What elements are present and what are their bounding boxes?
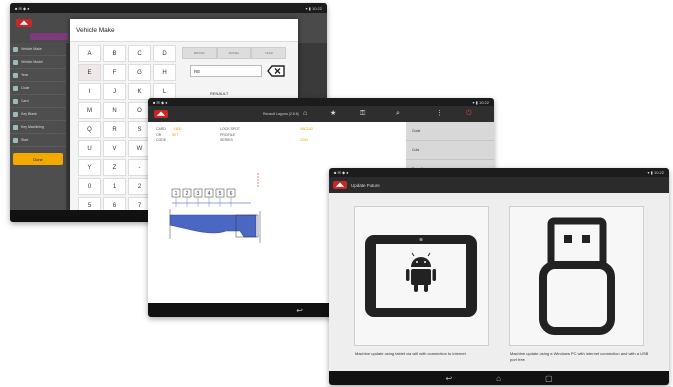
cut-box: 1 — [171, 188, 181, 207]
key-icon — [13, 124, 18, 130]
option-pc-usb[interactable] — [509, 206, 644, 346]
brand-logo: ◢◣ — [16, 19, 32, 27]
tab-year[interactable]: YEAR — [251, 47, 287, 59]
home-nav-icon[interactable]: ⌂ — [496, 374, 501, 383]
sidebar-item-year[interactable]: Year — [10, 69, 66, 82]
brand-logo: ◢◣ — [154, 110, 168, 118]
sidebar: Vehicle Make Vehicle Model Year Code Car… — [10, 43, 66, 210]
keypad-key[interactable]: Y — [78, 159, 101, 176]
power-icon[interactable]: ⏻ — [466, 110, 472, 118]
caption-pc-usb: Machine update using a Windows PC with i… — [510, 351, 649, 362]
cut-label: 2 — [186, 191, 189, 197]
option-tablet-wifi[interactable] — [354, 206, 489, 346]
keypad-key[interactable]: V — [103, 140, 126, 157]
sidebar-item-card[interactable]: Card — [10, 95, 66, 108]
keypad-key[interactable]: E — [78, 64, 101, 81]
android-tablet-icon — [365, 235, 477, 317]
more-icon[interactable]: ⋮ — [436, 110, 443, 118]
tab-model[interactable]: MODEL — [216, 47, 252, 59]
sidebar-item-code[interactable]: Code — [10, 82, 66, 95]
cut-label: 6 — [230, 191, 233, 197]
panel-item-cuts[interactable]: Cuts — [406, 141, 494, 160]
cut-label: 3 — [197, 191, 200, 197]
backspace-icon[interactable] — [267, 65, 285, 77]
keypad-key[interactable]: M — [78, 102, 101, 119]
status-bar: ■ ✉ ◆ ● ▾ ▮ 10:22 — [148, 98, 494, 106]
title-bar: ◢◣ Update Future — [329, 177, 669, 193]
cut-label: 4 — [208, 191, 211, 197]
key-info-mid: LOCK SPOT PROFILE SERIES — [220, 127, 241, 142]
keypad-key[interactable]: F — [103, 64, 126, 81]
recents-icon[interactable]: ▢ — [545, 374, 553, 383]
brand-logo: ◢◣ — [333, 181, 347, 189]
car-icon — [13, 59, 18, 65]
keypad-key[interactable]: 1 — [103, 178, 126, 195]
cut-boxes: 1 2 3 4 5 6 — [171, 188, 236, 207]
cut-box: 3 — [193, 188, 203, 207]
make-result-item[interactable]: RENAULT — [210, 91, 228, 96]
cut-box: 5 — [215, 188, 225, 207]
sidebar-item-machining[interactable]: Key Machining — [10, 121, 66, 134]
caption-tablet-wifi: Machine update using tablet via wifi wit… — [355, 351, 466, 356]
card-icon — [13, 98, 18, 104]
page-title: Update Future — [351, 182, 380, 188]
keypad-key[interactable]: A — [78, 45, 101, 62]
toolbar-title: Renault Laguna (2.8.6) — [263, 112, 299, 116]
back-icon[interactable]: ↩ — [296, 306, 303, 315]
play-icon — [13, 137, 18, 143]
keypad-key[interactable]: B — [103, 45, 126, 62]
dialog-title: Vehicle Make — [70, 19, 298, 42]
keypad-key[interactable]: R — [103, 121, 126, 138]
keypad-key[interactable]: 0 — [78, 178, 101, 195]
key-info-values: VAC102 1234 — [300, 127, 313, 142]
keypad-key[interactable]: D — [153, 45, 176, 62]
sidebar-item-model[interactable]: Vehicle Model — [10, 56, 66, 69]
cut-box: 2 — [182, 188, 192, 207]
keypad-key[interactable]: H — [153, 64, 176, 81]
cut-box: 4 — [204, 188, 214, 207]
star-icon[interactable]: ★ — [330, 110, 336, 118]
cut-label: 5 — [219, 191, 222, 197]
status-bar: ■ ✉ ◆ ● ▾ ▮ 10:22 — [329, 168, 669, 177]
make-input[interactable]: RE — [190, 65, 262, 77]
key-info-left: CARD 1800 OR SET CODE — [156, 127, 182, 142]
nav-bar: ↩ ⌂ ▢ — [329, 371, 669, 385]
cut-label: 1 — [175, 191, 178, 197]
calendar-icon — [13, 72, 18, 78]
keypad-key[interactable]: U — [78, 140, 101, 157]
done-button[interactable]: Done — [13, 153, 63, 165]
sidebar-item-start[interactable]: Start — [10, 134, 66, 147]
keypad-key[interactable]: Z — [103, 159, 126, 176]
panel-item-code[interactable]: Code — [406, 122, 494, 141]
keypad-key[interactable]: C — [128, 45, 151, 62]
status-bar: ■ ✉ ◆ ● ▾ ▮ 10:22 — [10, 3, 327, 13]
key-icon[interactable]: ⚿ — [360, 110, 365, 118]
cut-box: 6 — [226, 188, 236, 207]
key-profile-diagram: 1 2 3 4 5 6 — [169, 173, 261, 243]
keypad-key[interactable]: N — [103, 102, 126, 119]
keypad-key[interactable]: J — [103, 83, 126, 100]
dialog-tabs: BRAND MODEL YEAR — [182, 47, 287, 59]
home-icon[interactable]: ⌂ — [303, 110, 307, 118]
keypad-key[interactable]: G — [128, 64, 151, 81]
car-icon — [13, 46, 18, 52]
code-icon — [13, 85, 18, 91]
key-icon — [13, 111, 18, 117]
keypad-key[interactable]: Q — [78, 121, 101, 138]
search-icon[interactable]: ⌕ — [396, 110, 400, 118]
sidebar-item-make[interactable]: Vehicle Make — [10, 43, 66, 56]
sidebar-item-blank[interactable]: Key Blank — [10, 108, 66, 121]
tablet-update: ■ ✉ ◆ ● ▾ ▮ 10:22 ◢◣ Update Future Machi… — [329, 168, 669, 385]
keypad-key[interactable]: I — [78, 83, 101, 100]
usb-drive-icon — [539, 217, 615, 335]
search-tab[interactable] — [30, 33, 68, 40]
toolbar: ◢◣ Renault Laguna (2.8.6) ⌂ ★ ⚿ ⌕ ⋮ ⏻ — [148, 106, 494, 122]
tab-brand[interactable]: BRAND — [182, 47, 217, 59]
back-icon[interactable]: ↩ — [445, 374, 452, 383]
